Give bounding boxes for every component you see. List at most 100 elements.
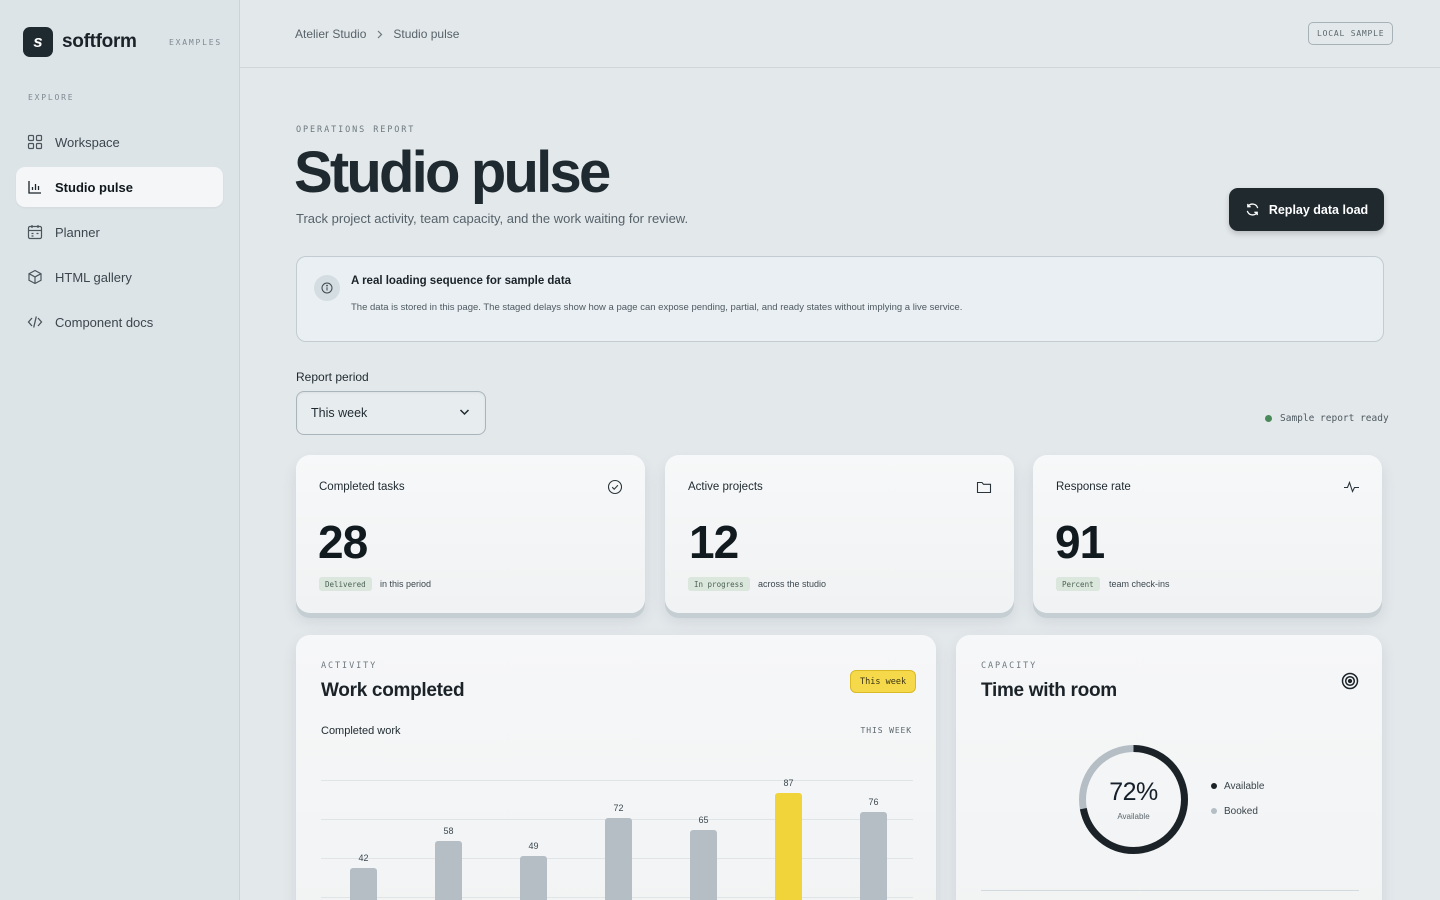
breadcrumb: Atelier Studio Studio pulse bbox=[295, 27, 459, 41]
notice-title: A real loading sequence for sample data bbox=[351, 275, 572, 287]
brand-logo: s bbox=[23, 27, 53, 57]
chart-bar bbox=[435, 841, 462, 900]
chart-period: THIS WEEK bbox=[860, 726, 912, 735]
grid-icon bbox=[27, 134, 43, 150]
chevron-right-icon bbox=[377, 30, 383, 38]
sidebar-item-html-gallery[interactable]: HTML gallery bbox=[16, 257, 223, 297]
metric-label: Response rate bbox=[1056, 481, 1131, 493]
replay-button-label: Replay data load bbox=[1268, 202, 1369, 217]
sidebar-item-label: Studio pulse bbox=[55, 179, 133, 195]
panel-eyebrow: CAPACITY bbox=[981, 661, 1038, 671]
sidebar-item-workspace[interactable]: Workspace bbox=[16, 122, 223, 162]
completed-work-chart: 42 58 49 72 65 87 76 bbox=[321, 757, 913, 900]
panel-title: Time with room bbox=[981, 680, 1117, 701]
sidebar-nav: Workspace Studio pulse Planner HTML gall… bbox=[16, 122, 223, 347]
sidebar-item-component-docs[interactable]: Component docs bbox=[16, 302, 223, 342]
brand-name: softform bbox=[62, 31, 137, 52]
pulse-icon bbox=[1344, 480, 1359, 493]
code-icon bbox=[27, 316, 43, 328]
legend-dot bbox=[1211, 783, 1217, 789]
chart-data-label: 65 bbox=[698, 814, 709, 825]
status-text: Sample report ready bbox=[1280, 413, 1389, 424]
metric-label: Active projects bbox=[688, 481, 763, 493]
report-period-value: This week bbox=[311, 406, 368, 420]
info-icon bbox=[314, 275, 340, 301]
donut-legend: Available Booked bbox=[1211, 780, 1264, 830]
chart-data-label: 49 bbox=[528, 841, 539, 852]
donut-value: 72% bbox=[1109, 778, 1158, 806]
legend-item-available: Available bbox=[1211, 780, 1264, 792]
legend-dot bbox=[1211, 808, 1217, 814]
sidebar-item-studio-pulse[interactable]: Studio pulse bbox=[16, 167, 223, 207]
activity-panel: ACTIVITY Work completed This week Comple… bbox=[296, 635, 936, 900]
legend-label: Booked bbox=[1224, 805, 1258, 817]
page-subtitle: Track project activity, team capacity, a… bbox=[296, 211, 689, 226]
local-sample-badge: LOCAL SAMPLE bbox=[1308, 22, 1394, 45]
sidebar-item-label: Component docs bbox=[55, 314, 154, 330]
chart-gridline bbox=[321, 780, 913, 781]
report-period-label: Report period bbox=[296, 370, 369, 384]
target-icon bbox=[1341, 672, 1359, 690]
metric-card-completed-tasks: Completed tasks 28 Delivered in this per… bbox=[296, 455, 645, 613]
panel-title: Work completed bbox=[321, 680, 465, 701]
check-circle-icon bbox=[607, 479, 623, 495]
breadcrumb-current: Studio pulse bbox=[393, 27, 460, 41]
chart-bar bbox=[860, 811, 887, 900]
folder-icon bbox=[976, 481, 992, 494]
sidebar-item-label: HTML gallery bbox=[55, 269, 132, 285]
bar-chart-icon bbox=[28, 181, 41, 194]
capacity-donut: 72% Available bbox=[1076, 742, 1191, 857]
metric-badge: Delivered bbox=[319, 577, 372, 591]
chart-bar bbox=[350, 867, 377, 900]
chart-data-label: 76 bbox=[868, 796, 879, 807]
metric-label: Completed tasks bbox=[319, 481, 405, 493]
metric-note: in this period bbox=[380, 579, 432, 589]
metric-badge: Percent bbox=[1056, 577, 1100, 591]
calendar-icon bbox=[27, 225, 43, 240]
metric-note: across the studio bbox=[758, 579, 827, 589]
sidebar-item-planner[interactable]: Planner bbox=[16, 212, 223, 252]
chart-bar bbox=[775, 793, 802, 900]
metric-value: 91 bbox=[1055, 516, 1105, 568]
chart-data-label: 72 bbox=[613, 803, 624, 814]
replay-data-load-button[interactable]: Replay data load bbox=[1229, 188, 1384, 231]
chart-bar bbox=[690, 829, 717, 900]
notice-body: The data is stored in this page. The sta… bbox=[351, 302, 963, 313]
chart-data-label: 87 bbox=[783, 778, 794, 789]
brand[interactable]: s softform bbox=[23, 27, 137, 57]
brand-tag: EXAMPLES bbox=[169, 38, 222, 47]
chart-data-label: 58 bbox=[443, 826, 454, 837]
capacity-panel: CAPACITY Time with room 72% Available Av… bbox=[956, 635, 1382, 900]
page-eyebrow: OPERATIONS REPORT bbox=[296, 125, 416, 135]
chart-bar bbox=[605, 818, 632, 900]
chevron-down-icon bbox=[459, 409, 470, 416]
sidebar-item-label: Planner bbox=[55, 224, 100, 240]
metric-card-active-projects: Active projects 12 In progress across th… bbox=[665, 455, 1014, 613]
legend-label: Available bbox=[1224, 780, 1265, 792]
panel-eyebrow: ACTIVITY bbox=[321, 661, 378, 671]
topbar: Atelier Studio Studio pulse LOCAL SAMPLE bbox=[240, 0, 1440, 68]
report-period-select[interactable]: This week bbox=[296, 391, 486, 435]
metric-badge: In progress bbox=[688, 577, 750, 591]
status-dot bbox=[1265, 415, 1272, 422]
metric-value: 28 bbox=[318, 516, 368, 568]
page-title: Studio pulse bbox=[294, 140, 611, 205]
legend-item-booked: Booked bbox=[1211, 805, 1264, 817]
sidebar-item-label: Workspace bbox=[55, 134, 120, 150]
chart-bar bbox=[520, 856, 547, 900]
info-notice: A real loading sequence for sample data … bbox=[296, 256, 1384, 342]
metric-card-response-rate: Response rate 91 Percent team check-ins bbox=[1033, 455, 1382, 613]
report-status: Sample report ready bbox=[1265, 413, 1389, 424]
chart-data-label: 42 bbox=[358, 852, 369, 863]
cube-icon bbox=[28, 269, 42, 285]
panel-divider bbox=[981, 890, 1359, 891]
period-pill: This week bbox=[850, 670, 917, 693]
breadcrumb-parent[interactable]: Atelier Studio bbox=[295, 27, 366, 41]
chart-label: Completed work bbox=[321, 725, 401, 737]
metric-value: 12 bbox=[689, 516, 739, 568]
metric-note: team check-ins bbox=[1109, 579, 1170, 589]
refresh-icon bbox=[1246, 203, 1259, 216]
sidebar: s softform EXAMPLES EXPLORE Workspace St… bbox=[0, 0, 240, 900]
nav-heading: EXPLORE bbox=[28, 93, 75, 102]
donut-caption: Available bbox=[1117, 812, 1150, 821]
